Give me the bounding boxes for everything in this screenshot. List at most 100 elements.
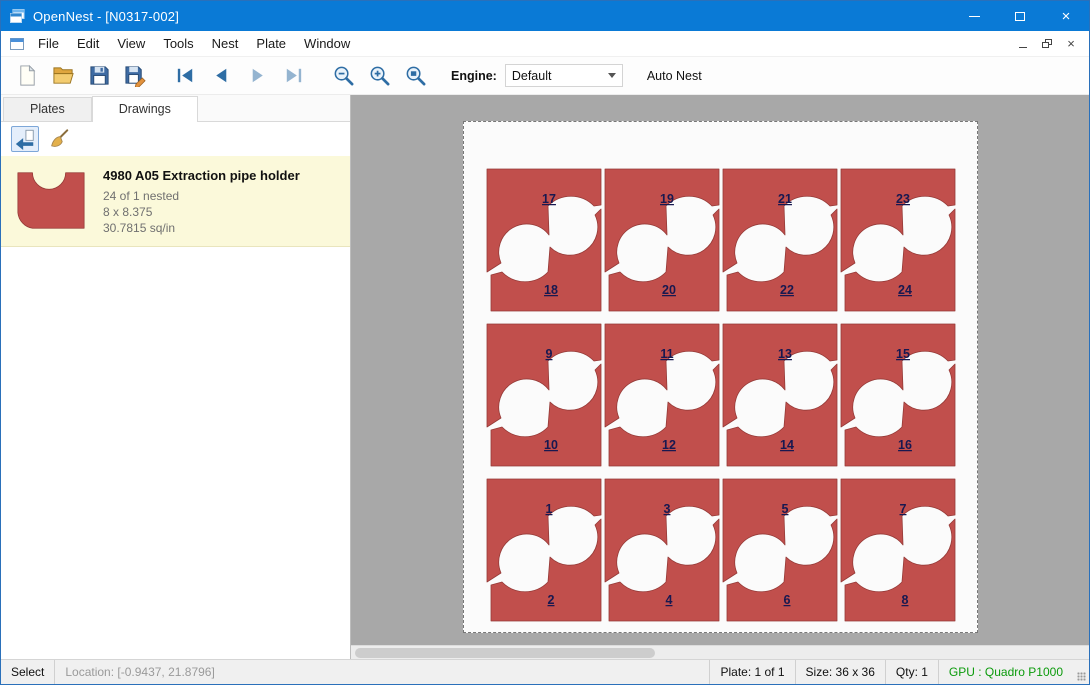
menu-item-plate[interactable]: Plate	[247, 31, 295, 56]
nav-prev-icon	[210, 64, 233, 87]
save-button[interactable]	[81, 60, 117, 92]
save-edit-icon	[124, 64, 147, 87]
part-number-label: 13	[778, 347, 792, 361]
part-number-label: 8	[902, 593, 909, 607]
menu-item-tools[interactable]: Tools	[154, 31, 202, 56]
engine-select[interactable]: Default	[505, 64, 623, 87]
return-part-button[interactable]	[11, 126, 39, 152]
part-number-label: 18	[544, 283, 558, 297]
status-mode: Select	[1, 660, 55, 684]
nested-pair[interactable]: 910	[487, 324, 601, 466]
plate-svg: 171819202122232491011121314151612345678	[464, 122, 977, 632]
zoom-out-button[interactable]	[325, 60, 361, 92]
nested-pair[interactable]: 1718	[487, 169, 601, 311]
clean-button[interactable]	[45, 126, 73, 152]
part-number-label: 19	[660, 192, 674, 206]
part-number-label: 15	[896, 347, 910, 361]
status-plate: Plate: 1 of 1	[709, 660, 794, 684]
open-button[interactable]	[45, 60, 81, 92]
part-number-label: 14	[780, 438, 794, 452]
status-qty: Qty: 1	[885, 660, 938, 684]
nested-pair[interactable]: 12	[487, 479, 601, 621]
close-icon: ×	[1062, 9, 1071, 24]
open-folder-icon	[52, 64, 75, 87]
zoom-fit-button[interactable]	[397, 60, 433, 92]
auto-nest-button[interactable]: Auto Nest	[639, 65, 710, 87]
main-toolbar: Engine: Default Auto Nest	[1, 57, 1089, 95]
mdi-child-icon	[9, 36, 25, 52]
drawing-list-item[interactable]: 4980 A05 Extraction pipe holder 24 of 1 …	[1, 156, 350, 247]
zoom-in-button[interactable]	[361, 60, 397, 92]
part-number-label: 6	[784, 593, 791, 607]
nested-pair[interactable]: 2324	[841, 169, 955, 311]
app-window: OpenNest - [N0317-002] × File Edit View …	[0, 0, 1090, 685]
part-number-label: 22	[780, 283, 794, 297]
window-title: OpenNest - [N0317-002]	[33, 9, 179, 24]
maximize-button[interactable]	[997, 1, 1043, 31]
part-number-label: 23	[896, 192, 910, 206]
part-number-label: 5	[782, 502, 789, 516]
nav-next-icon	[246, 64, 269, 87]
nav-prev-button[interactable]	[203, 60, 239, 92]
menu-item-view[interactable]: View	[108, 31, 154, 56]
mdi-close-button[interactable]: ×	[1059, 34, 1083, 54]
part-number-label: 3	[664, 502, 671, 516]
engine-selected-value: Default	[512, 69, 552, 83]
menu-item-window[interactable]: Window	[295, 31, 359, 56]
nested-pair[interactable]: 1516	[841, 324, 955, 466]
nested-pair[interactable]: 1920	[605, 169, 719, 311]
zoom-out-icon	[332, 64, 355, 87]
resize-grip[interactable]	[1073, 660, 1089, 684]
minimize-button[interactable]	[951, 1, 997, 31]
nested-pair[interactable]: 78	[841, 479, 955, 621]
side-panel: Plates Drawings	[1, 95, 351, 659]
minimize-icon	[969, 16, 980, 17]
save-edit-button[interactable]	[117, 60, 153, 92]
mdi-minimize-icon	[1019, 47, 1027, 48]
drawing-area: 30.7815 sq/in	[103, 220, 300, 236]
nav-first-icon	[174, 64, 197, 87]
part-number-label: 11	[660, 347, 673, 361]
part-number-label: 4	[666, 593, 673, 607]
nested-pair[interactable]: 13 14	[723, 324, 837, 466]
tab-drawings[interactable]: Drawings	[92, 96, 198, 122]
new-button[interactable]	[9, 60, 45, 92]
new-file-icon	[16, 64, 39, 87]
nav-first-button[interactable]	[167, 60, 203, 92]
nav-last-icon	[282, 64, 305, 87]
plate-region: 171819202122232491011121314151612345678	[463, 121, 978, 633]
nested-pair[interactable]: 34	[605, 479, 719, 621]
nav-next-button[interactable]	[239, 60, 275, 92]
part-number-label: 1	[546, 502, 553, 516]
part-number-label: 10	[544, 438, 558, 452]
tab-plates[interactable]: Plates	[3, 97, 92, 121]
zoom-in-icon	[368, 64, 391, 87]
drawing-nested-count: 24 of 1 nested	[103, 188, 300, 204]
mdi-restore-button[interactable]	[1035, 34, 1059, 54]
nested-pair[interactable]: 2122	[723, 169, 837, 311]
maximize-icon	[1015, 12, 1025, 21]
save-icon	[88, 64, 111, 87]
engine-label: Engine:	[451, 69, 497, 83]
part-number-label: 2	[548, 593, 555, 607]
nest-canvas[interactable]: 171819202122232491011121314151612345678	[351, 95, 1089, 659]
nav-last-button[interactable]	[275, 60, 311, 92]
drawing-dimensions: 8 x 8.375	[103, 204, 300, 220]
scrollbar-thumb[interactable]	[355, 648, 655, 658]
dropdown-arrow-icon	[608, 73, 616, 78]
nested-pair[interactable]: 56	[723, 479, 837, 621]
zoom-fit-icon	[404, 64, 427, 87]
menu-item-file[interactable]: File	[29, 31, 68, 56]
part-number-label: 12	[662, 438, 676, 452]
mdi-minimize-button[interactable]	[1011, 34, 1035, 54]
panel-tabstrip: Plates Drawings	[1, 95, 350, 121]
menu-item-nest[interactable]: Nest	[203, 31, 248, 56]
status-bar: Select Location: [-0.9437, 21.8796] Plat…	[1, 659, 1089, 684]
drawing-title: 4980 A05 Extraction pipe holder	[103, 168, 300, 183]
horizontal-scrollbar[interactable]	[351, 645, 1089, 659]
return-part-icon	[14, 128, 36, 150]
nested-pair[interactable]: 11 12	[605, 324, 719, 466]
part-number-label: 7	[900, 502, 907, 516]
close-button[interactable]: ×	[1043, 1, 1089, 31]
menu-item-edit[interactable]: Edit	[68, 31, 108, 56]
